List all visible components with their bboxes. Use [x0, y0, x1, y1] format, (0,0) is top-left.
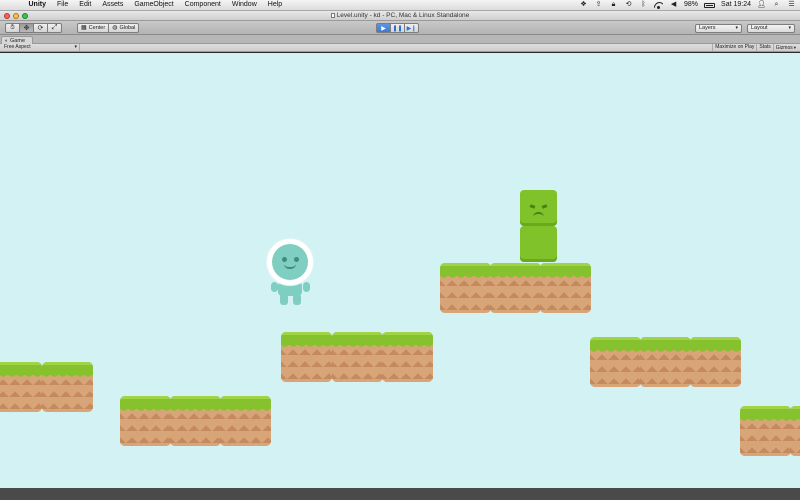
gizmos-dropdown[interactable]: Gizmos▾ — [772, 44, 798, 51]
menu-window[interactable]: Window — [226, 0, 262, 10]
menu-assets[interactable]: Assets — [97, 0, 129, 10]
lock-icon[interactable]: 🔒︎ — [609, 1, 618, 9]
window-title-bar: Level.unity - kd - PC, Mac & Linux Stand… — [0, 11, 800, 21]
space-label: Global — [119, 25, 136, 31]
green-block — [520, 226, 557, 262]
tab-game-label: Game — [10, 37, 26, 44]
rotate-icon: ⟳ — [37, 25, 44, 32]
transform-tools: ✋︎ ✥ ⟳ ⤢ — [5, 23, 62, 33]
upload-icon[interactable]: ⇪ — [594, 1, 603, 9]
ground-tile — [690, 337, 741, 387]
status-bar — [0, 488, 800, 500]
game-view-options: Maximize on Play Stats Gizmos▾ — [712, 44, 798, 51]
player-eye — [282, 257, 287, 262]
gizmos-label: Gizmos — [775, 45, 793, 51]
scale-icon: ⤢ — [51, 24, 58, 31]
player-eye — [294, 257, 299, 262]
move-icon: ✥ — [23, 25, 30, 32]
layout-label: Layout — [751, 25, 768, 31]
volume-icon[interactable]: ◀︎ — [669, 1, 678, 9]
ground-tile — [540, 263, 591, 313]
stats-toggle[interactable]: Stats — [756, 44, 772, 51]
pivot-controls: ▦ Center ◍ Global — [77, 23, 140, 33]
window-title-container: Level.unity - kd - PC, Mac & Linux Stand… — [0, 12, 800, 20]
layout-dropdown[interactable]: Layout ▾ — [747, 24, 795, 33]
time-machine-icon[interactable]: ⟲ — [624, 1, 633, 9]
ground-tile — [382, 332, 433, 382]
move-tool-button[interactable]: ✥ — [19, 23, 34, 33]
hand-icon: ✋︎ — [10, 24, 15, 31]
menu-help[interactable]: Help — [262, 0, 287, 10]
globe-icon: ◍ — [112, 25, 118, 31]
enemy-mouth — [533, 212, 544, 217]
menu-edit[interactable]: Edit — [74, 0, 97, 10]
pivot-center-button[interactable]: ▦ Center — [77, 23, 110, 33]
pause-icon: ❚❚ — [392, 25, 403, 32]
layers-dropdown[interactable]: Layers ▾ — [695, 24, 742, 33]
menu-app-unity[interactable]: Unity — [23, 0, 52, 10]
pivot-icon: ▦ — [81, 25, 87, 31]
maximize-on-play-toggle[interactable]: Maximize on Play — [712, 44, 756, 51]
chevron-down-icon: ▾ — [788, 25, 791, 31]
play-button[interactable]: ▶︎ — [376, 23, 391, 33]
layers-label: Layers — [699, 25, 716, 31]
game-view-toolbar: Free Aspect ▾ Maximize on Play Stats Giz… — [0, 44, 800, 52]
tab-game[interactable]: ◐ Game — [1, 36, 33, 44]
player-head — [272, 244, 308, 280]
aspect-dropdown[interactable]: Free Aspect ▾ — [2, 44, 80, 51]
menu-file[interactable]: File — [52, 0, 74, 10]
playback-controls: ▶︎ ❚❚ ▶︎❙ — [376, 23, 419, 33]
battery-percent: 98% — [684, 1, 699, 8]
enemy-eye — [529, 204, 536, 209]
game-tab-strip: ◐ Game — [0, 35, 800, 44]
spotlight-search-icon[interactable]: ⌕ — [772, 1, 781, 9]
ground-tile — [170, 396, 221, 446]
ground-tile — [640, 337, 691, 387]
dropbox-icon[interactable]: ❖ — [579, 1, 588, 9]
ground-tile — [220, 396, 271, 446]
enemy-eye — [541, 204, 548, 209]
player-mouth — [284, 264, 296, 269]
notification-center-icon[interactable]: ☰ — [787, 1, 796, 9]
aspect-label: Free Aspect — [4, 44, 31, 50]
scale-tool-button[interactable]: ⤢ — [47, 23, 62, 33]
ground-tile — [281, 332, 332, 382]
unity-toolbar: ✋︎ ✥ ⟳ ⤢ ▦ Center ◍ Global ▶︎ ❚❚ ▶︎❙ Layer… — [0, 21, 800, 35]
ground-tile — [0, 362, 42, 412]
pivot-label: Center — [88, 25, 106, 31]
user-icon[interactable]: 👤︎ — [757, 1, 766, 9]
ground-tile — [740, 406, 791, 456]
chevron-down-icon: ▾ — [74, 44, 77, 50]
mac-menu-bar: Unity File Edit Assets GameObject Compon… — [0, 0, 800, 11]
game-controller-icon: ◐ — [5, 37, 9, 44]
ground-tile — [790, 406, 800, 456]
wifi-icon[interactable] — [654, 2, 663, 9]
pause-button[interactable]: ❚❚ — [390, 23, 405, 33]
ground-tile — [42, 362, 93, 412]
ground-tile — [490, 263, 541, 313]
game-viewport[interactable] — [0, 53, 800, 488]
pivot-global-button[interactable]: ◍ Global — [108, 23, 140, 33]
menu-clock[interactable]: Sat 19:24 — [721, 0, 751, 10]
step-icon: ▶︎❙ — [406, 25, 417, 32]
hand-tool-button[interactable]: ✋︎ — [5, 23, 20, 33]
ground-tile — [440, 263, 491, 313]
menu-extras: ❖ ⇪ 🔒︎ ⟲ ᛒ ◀︎ 98% Sat 19:24 👤︎ ⌕ ☰ — [579, 0, 796, 10]
ground-tile — [332, 332, 383, 382]
green-enemy-block — [520, 190, 557, 226]
ground-tile — [120, 396, 171, 446]
battery-icon[interactable] — [704, 2, 716, 8]
ground-tile — [590, 337, 641, 387]
rotate-tool-button[interactable]: ⟳ — [33, 23, 48, 33]
menu-gameobject[interactable]: GameObject — [129, 0, 179, 10]
step-button[interactable]: ▶︎❙ — [404, 23, 419, 33]
window-title: Level.unity - kd - PC, Mac & Linux Stand… — [336, 12, 470, 19]
bluetooth-icon[interactable]: ᛒ — [639, 1, 648, 9]
chevron-down-icon: ▾ — [793, 45, 796, 50]
document-icon — [330, 13, 335, 18]
chevron-down-icon: ▾ — [735, 25, 738, 31]
play-icon: ▶︎ — [381, 25, 386, 32]
player-alien — [266, 238, 316, 306]
menu-component[interactable]: Component — [179, 0, 226, 10]
